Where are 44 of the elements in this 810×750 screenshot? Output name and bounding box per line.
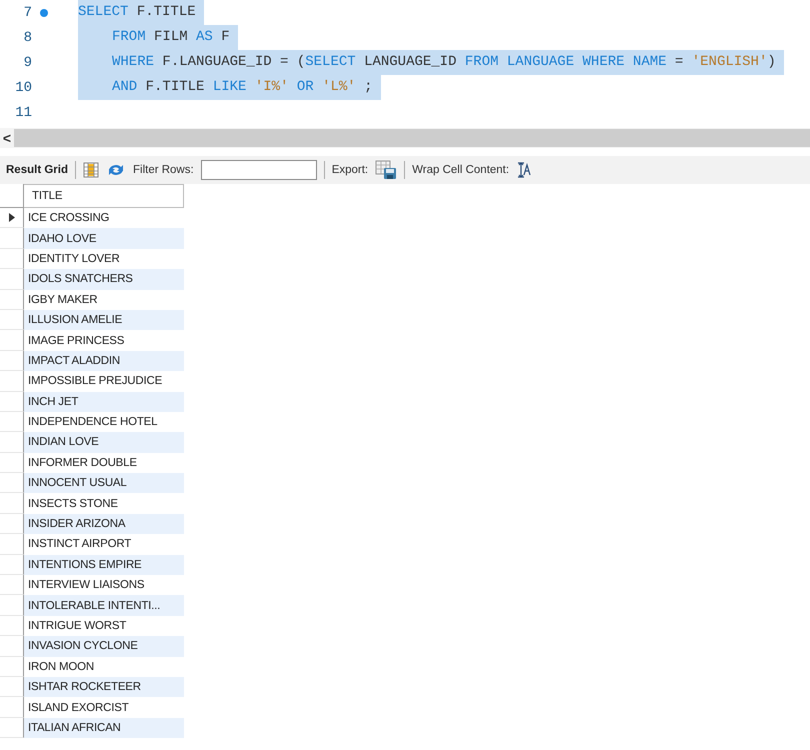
table-cell: INTENTIONS EMPIRE: [24, 554, 184, 576]
table-cell-text: IMPOSSIBLE PREJUDICE: [27, 374, 164, 390]
table-cell-text: IGBY MAKER: [27, 292, 98, 308]
line-number: 7: [22, 4, 32, 20]
table-cell-text: INDEPENDENCE HOTEL: [27, 415, 158, 430]
column-header[interactable]: TITLE: [24, 184, 184, 208]
wrap-cell-content-label: Wrap Cell Content:: [412, 164, 510, 176]
line-number: 8: [22, 30, 32, 46]
export-save-icon[interactable]: [375, 160, 398, 180]
table-cell: ILLUSION AMELIE: [24, 310, 184, 330]
table-cell: INTOLERABLE INTENTI...: [24, 595, 184, 616]
table-cell-text: INTRIGUE WORST: [27, 619, 128, 634]
wrap-text-icon[interactable]: [516, 162, 532, 178]
table-cell: IMPACT ALADDIN: [24, 350, 184, 372]
table-cell-text: IMAGE PRINCESS: [27, 334, 126, 349]
filter-rows-field[interactable]: [200, 160, 317, 180]
table-cell-text: INSECTS STONE: [27, 496, 119, 512]
line-number: 10: [14, 80, 32, 96]
table-cell-text: IRON MOON: [27, 660, 95, 675]
table-cell-text: INTERVIEW LIAISONS: [27, 578, 146, 594]
row-header[interactable]: [0, 208, 24, 228]
export-label: Export:: [332, 164, 368, 176]
row-header: [0, 184, 24, 208]
result-grid-label[interactable]: Result Grid: [6, 164, 68, 176]
table-cell-text: INFORMER DOUBLE: [27, 456, 138, 471]
table-cell: INVASION CYCLONE: [24, 636, 184, 657]
table-cell: INDIAN LOVE: [24, 432, 184, 453]
filter-rows-label: Filter Rows:: [132, 164, 194, 176]
table-cell-text: ISLAND EXORCIST: [27, 700, 130, 716]
table-cell: INSIDER ARIZONA: [24, 514, 184, 534]
horizontal-scrollbar[interactable]: <: [0, 128, 810, 148]
table-cell: ISHTAR ROCKETEER: [24, 676, 184, 698]
line-number: 9: [22, 54, 32, 70]
scroll-left-arrow[interactable]: <: [0, 130, 14, 146]
table-cell-text: INSTINCT AIRPORT: [27, 537, 132, 552]
table-cell: ITALIAN AFRICAN: [24, 718, 184, 738]
table-cell: IDOLS SNATCHERS: [24, 269, 184, 290]
line-number: 11: [14, 104, 32, 120]
table-cell-text: ICE CROSSING: [27, 211, 110, 226]
table-cell: INCH JET: [24, 392, 184, 412]
table-cell: IDAHO LOVE: [24, 228, 184, 249]
table-cell-text: IDENTITY LOVER: [27, 252, 121, 267]
grid-columns-icon[interactable]: [82, 162, 99, 178]
table-cell: INNOCENT USUAL: [24, 473, 184, 494]
